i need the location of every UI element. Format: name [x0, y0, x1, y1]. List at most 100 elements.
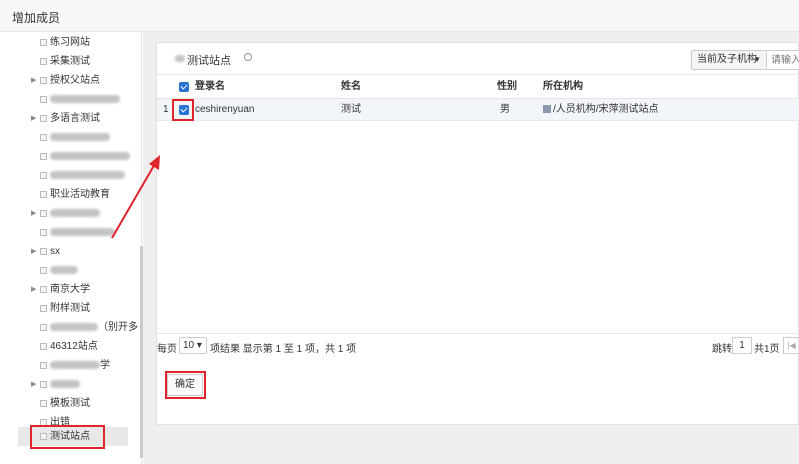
tree-item-label: 模板测试	[50, 394, 90, 413]
tree-item-label	[50, 90, 120, 109]
tree-item-label: 授权父站点	[50, 71, 100, 90]
tree-checkbox[interactable]	[40, 381, 47, 388]
tree-checkbox[interactable]	[40, 362, 47, 369]
table-row[interactable]: 1 ceshirenyuan 测试 男 /人员机构/宋萍测试站点	[157, 99, 799, 121]
expand-arrow-icon[interactable]: ▶	[31, 280, 36, 299]
redacted-text	[175, 55, 185, 62]
tree-item[interactable]: ▶ 多语言测试	[0, 109, 138, 128]
col-login: 登录名	[195, 81, 225, 92]
redacted-text	[50, 380, 80, 389]
tree-checkbox[interactable]	[40, 229, 47, 236]
tree-item[interactable]	[0, 223, 138, 242]
tree-checkbox[interactable]	[40, 172, 47, 179]
tree-item[interactable]: （别开多	[0, 318, 138, 337]
jump-label: 跳转	[712, 344, 732, 355]
expand-arrow-icon[interactable]: ▶	[31, 71, 36, 90]
tree-item-text: 练习网站	[50, 37, 90, 48]
page-size-select[interactable]: 10 ▾	[179, 337, 207, 354]
tree-item-text: （别开多	[98, 322, 138, 333]
name-search-input[interactable]	[767, 50, 799, 70]
tree-item[interactable]: 采集测试	[0, 52, 138, 71]
total-pages: 共1页	[754, 344, 780, 355]
tree-checkbox[interactable]	[40, 400, 47, 407]
tree-checkbox[interactable]	[40, 58, 47, 65]
tree-item[interactable]: 附样测试	[0, 299, 138, 318]
tree-item[interactable]: ▶ sx	[0, 242, 138, 261]
caret-down-icon: ▼	[753, 55, 761, 64]
redacted-text	[50, 323, 98, 332]
tree-checkbox[interactable]	[40, 153, 47, 160]
tree-checkbox[interactable]	[40, 305, 47, 312]
tree-item-label	[50, 166, 125, 185]
col-gender: 性别	[497, 81, 517, 92]
tree-checkbox[interactable]	[40, 286, 47, 293]
tree-checkbox[interactable]	[40, 343, 47, 350]
member-panel: 测试站点 当前及子机构 ▼ 登录名 姓名 性别 所在机构 1 ceshireny…	[143, 32, 799, 464]
first-page-icon[interactable]: |◀	[783, 337, 799, 354]
tree-item[interactable]	[0, 147, 138, 166]
tree-item-label	[50, 223, 115, 242]
row-gender: 男	[500, 104, 510, 115]
tree-item[interactable]	[0, 90, 138, 109]
tree-item[interactable]: 学	[0, 356, 138, 375]
result-summary: 项结果 显示第 1 至 1 项，共 1 项	[210, 344, 357, 355]
tree-item[interactable]: ▶ 授权父站点	[0, 71, 138, 90]
tree-item[interactable]: ▶ 南京大学	[0, 280, 138, 299]
expand-arrow-icon[interactable]: ▶	[31, 109, 36, 128]
tree-item-text: 46312站点	[50, 341, 98, 352]
scope-select[interactable]: 当前及子机构 ▼	[691, 50, 767, 70]
redacted-text	[50, 171, 125, 180]
refresh-icon[interactable]	[244, 53, 252, 61]
tree-checkbox[interactable]	[40, 210, 47, 217]
tree-item-text: 南京大学	[50, 284, 90, 295]
tree-checkbox[interactable]	[40, 191, 47, 198]
tree-checkbox[interactable]	[40, 267, 47, 274]
org-icon	[543, 105, 551, 113]
tree-item[interactable]: 职业活动教育	[0, 185, 138, 204]
card-header: 测试站点 当前及子机构 ▼	[157, 43, 799, 75]
select-all-checkbox[interactable]	[179, 82, 189, 92]
tree-item-text: 多语言测试	[50, 113, 100, 124]
tree-item-label: 46312站点	[50, 337, 98, 356]
tree-item-label	[50, 204, 100, 223]
redacted-text	[50, 266, 78, 275]
tree-checkbox[interactable]	[40, 248, 47, 255]
tree-item-label: 南京大学	[50, 280, 90, 299]
redacted-text	[50, 95, 120, 104]
expand-arrow-icon[interactable]: ▶	[31, 375, 36, 394]
row-org-text: /人员机构/宋萍测试站点	[553, 104, 659, 115]
highlight-box	[30, 425, 105, 449]
tree-checkbox[interactable]	[40, 96, 47, 103]
tree-item-label	[50, 261, 78, 280]
tree-item[interactable]: 练习网站	[0, 33, 138, 52]
tree-item-label: 附样测试	[50, 299, 90, 318]
tree-item-label	[50, 147, 130, 166]
tree-item-text: 授权父站点	[50, 75, 100, 86]
expand-arrow-icon[interactable]: ▶	[31, 204, 36, 223]
scope-select-value: 当前及子机构	[697, 54, 757, 65]
tree-item-label: 采集测试	[50, 52, 90, 71]
tree-item-label	[50, 128, 110, 147]
tree-item[interactable]: ▶	[0, 204, 138, 223]
tree-checkbox[interactable]	[40, 77, 47, 84]
tree-item[interactable]: 46312站点	[0, 337, 138, 356]
tree-item[interactable]: ▶	[0, 375, 138, 394]
tree-checkbox[interactable]	[40, 324, 47, 331]
tree-checkbox[interactable]	[40, 134, 47, 141]
highlight-box	[172, 99, 194, 121]
expand-arrow-icon[interactable]: ▶	[31, 242, 36, 261]
tree-item-label: （别开多	[50, 318, 138, 337]
highlight-box	[165, 371, 206, 399]
row-index: 1	[163, 104, 169, 115]
tree-item[interactable]	[0, 166, 138, 185]
tree-item-label: 多语言测试	[50, 109, 100, 128]
tree-item-text: 学	[100, 360, 110, 371]
tree-checkbox[interactable]	[40, 39, 47, 46]
dialog-title-bar: 增加成员	[0, 0, 799, 32]
tree-item[interactable]	[0, 128, 138, 147]
tree-checkbox[interactable]	[40, 115, 47, 122]
tree-item[interactable]	[0, 261, 138, 280]
jump-page-input[interactable]: 1	[732, 337, 752, 354]
tree-item[interactable]: 模板测试	[0, 394, 138, 413]
dialog-title: 增加成员	[12, 11, 61, 25]
